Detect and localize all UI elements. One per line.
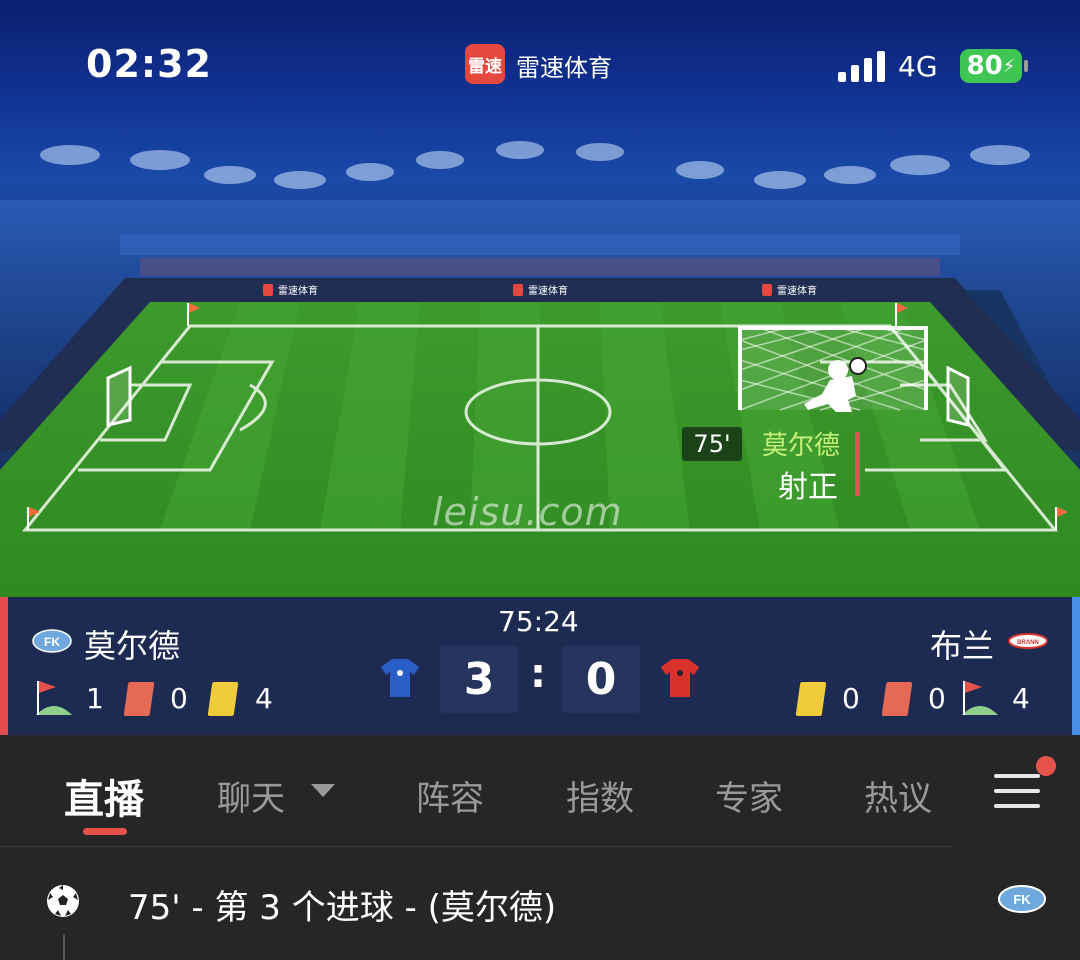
tab-bar: 直播 聊天 阵容 指数 专家 热议 bbox=[0, 735, 1080, 847]
cellular-signal-icon bbox=[838, 50, 885, 82]
event-marker bbox=[855, 432, 860, 496]
battery-tip bbox=[1024, 60, 1028, 72]
ad-board-text: 雷速体育 bbox=[278, 284, 318, 297]
ad-board-text: 雷速体育 bbox=[528, 284, 568, 297]
divider bbox=[0, 846, 952, 847]
soccer-ball-icon bbox=[47, 885, 79, 917]
event-minute: 75' bbox=[682, 427, 742, 461]
match-clock: 75:24 bbox=[498, 605, 579, 638]
match-animation-panel: 雷速体育 雷速体育 雷速体育 02:32 雷速 雷速体育 4G 80 ⚡ 75' … bbox=[0, 0, 1080, 597]
corner-kick-icon bbox=[962, 681, 998, 715]
tab-chat[interactable]: 聊天 bbox=[217, 771, 285, 820]
battery-level: 80 bbox=[966, 51, 1003, 81]
home-logo-text: FK bbox=[44, 635, 60, 649]
home-jersey-icon bbox=[381, 659, 419, 697]
home-color-edge bbox=[0, 597, 8, 735]
app-title: 雷速体育 bbox=[516, 54, 612, 82]
event-type: 射正 bbox=[778, 470, 838, 505]
red-card-icon bbox=[123, 682, 155, 716]
timeline-line bbox=[63, 934, 65, 960]
menu-icon[interactable] bbox=[994, 774, 1040, 808]
status-time: 02:32 bbox=[86, 42, 212, 86]
away-score: 0 bbox=[562, 645, 640, 713]
home-team-logo-icon[interactable]: FK bbox=[32, 629, 72, 653]
home-red-cards: 0 bbox=[170, 682, 188, 715]
tab-discussion[interactable]: 热议 bbox=[864, 771, 932, 820]
ad-board-text: 雷速体育 bbox=[777, 284, 817, 297]
score-separator: : bbox=[530, 651, 546, 697]
battery-icon: 80 ⚡ bbox=[960, 49, 1022, 83]
feed-item-text: 75' - 第 3 个进球 - (莫尔德) bbox=[128, 888, 557, 928]
corner-kick-icon bbox=[36, 681, 72, 715]
tab-experts[interactable]: 专家 bbox=[715, 771, 783, 820]
home-yellow-cards: 4 bbox=[255, 682, 273, 715]
feed-logo-text: FK bbox=[1013, 892, 1031, 907]
event-team: 莫尔德 bbox=[762, 431, 841, 461]
watermark: leisu.com bbox=[432, 490, 623, 534]
away-corners: 4 bbox=[1012, 682, 1030, 715]
home-team-name[interactable]: 莫尔德 bbox=[84, 621, 180, 667]
away-team-name[interactable]: 布兰 bbox=[930, 621, 994, 667]
app-logo-icon: 雷速 bbox=[465, 44, 505, 84]
red-card-icon bbox=[881, 682, 913, 716]
scoreboard: FK 莫尔德 1 0 4 75:24 3 : 0 布兰 BRANN 0 0 4 bbox=[0, 597, 1080, 735]
away-team-logo-icon[interactable]: BRANN bbox=[1008, 633, 1048, 649]
active-tab-indicator bbox=[83, 828, 127, 835]
notification-dot bbox=[1036, 756, 1056, 776]
away-yellow-cards: 0 bbox=[842, 682, 860, 715]
home-score: 3 bbox=[440, 645, 518, 713]
tab-odds[interactable]: 指数 bbox=[566, 771, 634, 820]
network-type: 4G bbox=[898, 50, 938, 83]
away-color-edge bbox=[1072, 597, 1080, 735]
yellow-card-icon bbox=[207, 682, 239, 716]
yellow-card-icon bbox=[795, 682, 827, 716]
away-jersey-icon bbox=[661, 659, 699, 697]
tab-live[interactable]: 直播 bbox=[64, 767, 144, 825]
away-red-cards: 0 bbox=[928, 682, 946, 715]
chevron-down-icon[interactable] bbox=[311, 784, 335, 797]
team-logo-icon: FK bbox=[998, 885, 1046, 913]
home-corners: 1 bbox=[86, 682, 104, 715]
away-logo-text: BRANN bbox=[1017, 640, 1039, 646]
tab-lineup[interactable]: 阵容 bbox=[416, 771, 484, 820]
